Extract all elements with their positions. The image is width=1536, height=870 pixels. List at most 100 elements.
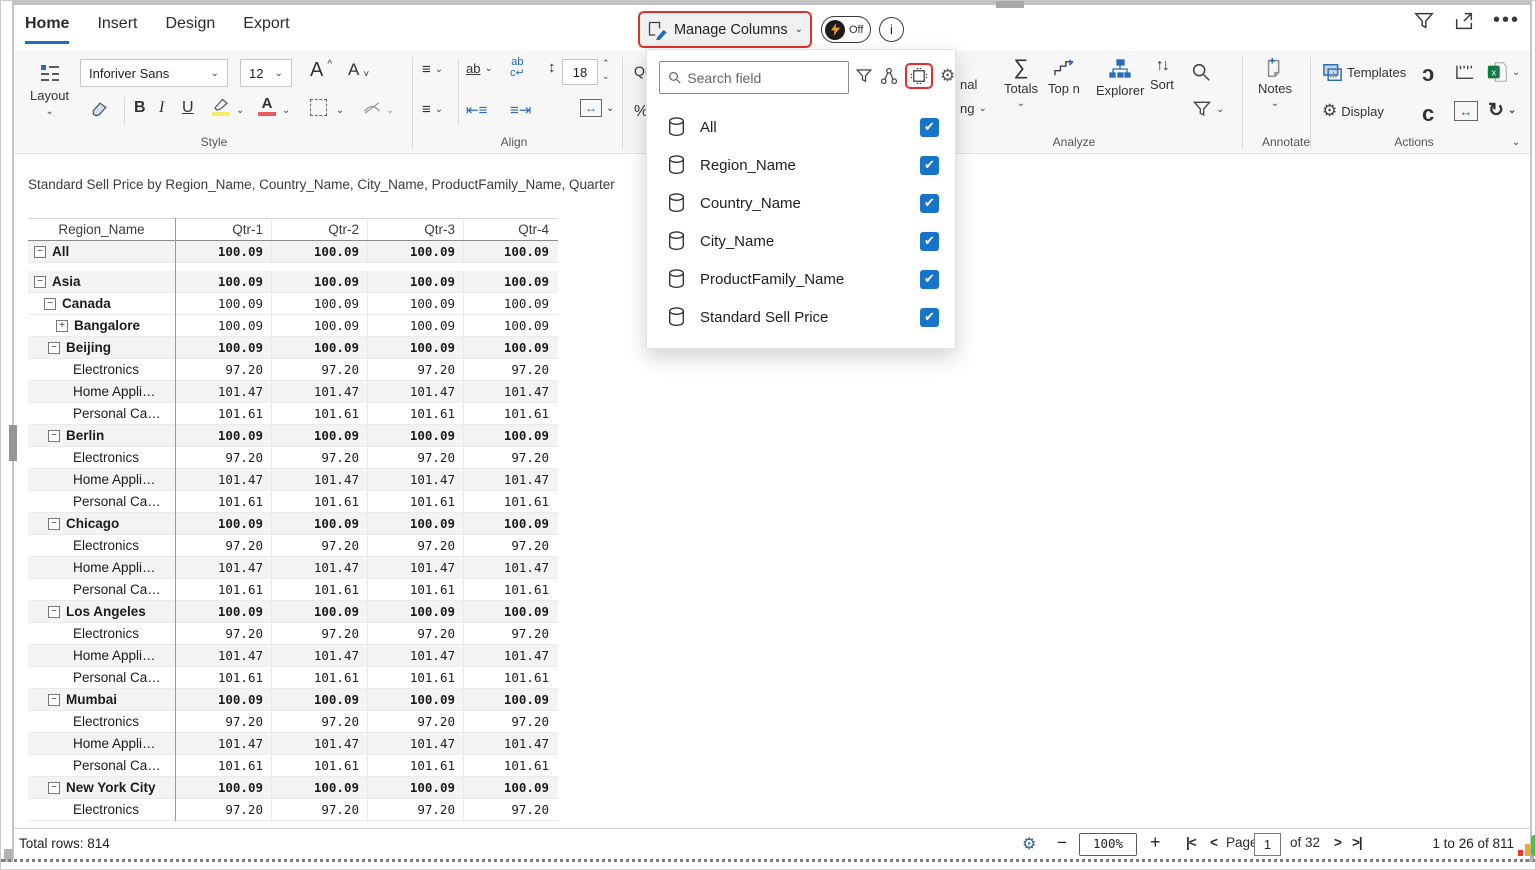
value-cell[interactable]: 97.20 [175, 623, 271, 644]
field-search[interactable] [659, 61, 849, 94]
value-cell[interactable]: 101.47 [175, 469, 271, 490]
field-row[interactable]: ProductFamily_Name ✔ [647, 260, 955, 298]
conditional-formatting-partial[interactable]: nal [960, 77, 977, 92]
value-cell[interactable]: 101.47 [271, 469, 367, 490]
zoom-out-button[interactable]: − [1057, 833, 1067, 853]
value-cell[interactable]: 101.47 [271, 645, 367, 666]
conditional-formatting-partial2[interactable]: ng⌄ [960, 101, 987, 116]
search-data-icon[interactable] [1190, 61, 1212, 83]
refresh-icon[interactable]: ↻⌄ [1488, 99, 1516, 122]
table-row[interactable]: −New York City100.09100.09100.09100.09 [28, 777, 558, 799]
info-icon[interactable]: i [879, 17, 904, 42]
chevron-down-icon[interactable]: ⌄ [236, 105, 244, 116]
column-header[interactable]: Qtr-3 [367, 219, 463, 240]
column-divider[interactable] [175, 218, 176, 821]
font-size-select[interactable]: 12⌄ [240, 59, 292, 87]
value-cell[interactable]: 101.61 [463, 491, 557, 512]
table-row[interactable]: Home Appli…101.47101.47101.47101.47 [28, 645, 558, 667]
value-cell[interactable]: 100.09 [175, 425, 271, 446]
value-cell[interactable]: 97.20 [271, 447, 367, 468]
top-n-button[interactable]: Top n [1048, 59, 1080, 96]
increase-indent-icon[interactable]: ≡⇥ [510, 101, 531, 119]
value-cell[interactable]: 97.20 [175, 535, 271, 556]
live-toggle[interactable]: Off [821, 16, 871, 43]
checkbox-checked-icon[interactable]: ✔ [920, 308, 939, 327]
value-cell[interactable]: 101.47 [175, 557, 271, 578]
value-cell[interactable]: 100.09 [463, 293, 557, 314]
value-cell[interactable]: 100.09 [463, 315, 557, 336]
search-input[interactable] [687, 70, 840, 86]
overflow-text-icon[interactable]: ab⌄ [466, 61, 493, 76]
row-height-input[interactable]: 18 [562, 59, 598, 85]
value-cell[interactable]: 100.09 [367, 337, 463, 358]
checkbox-checked-icon[interactable]: ✔ [920, 270, 939, 289]
table-row[interactable]: Electronics97.2097.2097.2097.20 [28, 799, 558, 821]
value-cell[interactable]: 101.61 [271, 667, 367, 688]
table-row[interactable]: −Asia100.09100.09100.09100.09 [28, 271, 558, 293]
collapse-icon[interactable]: − [44, 298, 56, 310]
value-cell[interactable]: 100.09 [367, 315, 463, 336]
table-row[interactable]: Electronics97.2097.2097.2097.20 [28, 623, 558, 645]
value-cell[interactable]: 101.47 [463, 733, 557, 754]
value-cell[interactable]: 101.47 [271, 557, 367, 578]
value-cell[interactable]: 100.09 [367, 425, 463, 446]
value-cell[interactable]: 101.61 [175, 667, 271, 688]
value-cell[interactable]: 101.61 [175, 579, 271, 600]
layout-button[interactable]: Layout ⌄ [30, 61, 69, 117]
sort-button[interactable]: ↑↓ Sort [1150, 57, 1174, 92]
value-cell[interactable]: 100.09 [271, 315, 367, 336]
value-cell[interactable]: 101.47 [175, 645, 271, 666]
borders-icon[interactable] [310, 99, 327, 116]
value-cell[interactable]: 100.09 [271, 337, 367, 358]
autofit-columns-icon[interactable] [905, 63, 933, 89]
ribbon-filter-icon[interactable]: ⌄ [1192, 99, 1224, 119]
collapse-icon[interactable]: − [48, 694, 60, 706]
value-cell[interactable]: 97.20 [175, 447, 271, 468]
value-cell[interactable]: 101.61 [367, 491, 463, 512]
value-cell[interactable]: 100.09 [175, 241, 271, 262]
table-row[interactable]: Personal Ca…101.61101.61101.61101.61 [28, 667, 558, 689]
table-row[interactable]: Home Appli…101.47101.47101.47101.47 [28, 557, 558, 579]
table-row[interactable]: Electronics97.2097.2097.2097.20 [28, 359, 558, 381]
value-cell[interactable]: 100.09 [175, 293, 271, 314]
value-cell[interactable]: 97.20 [271, 623, 367, 644]
value-cell[interactable]: 101.61 [367, 403, 463, 424]
value-cell[interactable]: 101.61 [463, 755, 557, 776]
value-cell[interactable]: 97.20 [271, 359, 367, 380]
value-cell[interactable]: 100.09 [367, 513, 463, 534]
filter-icon[interactable] [1413, 10, 1435, 32]
value-cell[interactable]: 101.47 [175, 733, 271, 754]
resize-grip-top[interactable] [996, 1, 1024, 8]
collapse-icon[interactable]: − [34, 246, 46, 258]
value-cell[interactable]: 101.61 [175, 755, 271, 776]
value-cell[interactable]: 101.47 [367, 733, 463, 754]
column-header[interactable]: Qtr-1 [175, 219, 271, 240]
value-cell[interactable]: 97.20 [463, 447, 557, 468]
value-cell[interactable]: 100.09 [367, 241, 463, 262]
vertical-align-icon[interactable]: ≡⌄ [422, 61, 443, 78]
table-row[interactable]: Electronics97.2097.2097.2097.20 [28, 447, 558, 469]
excel-export-icon[interactable]: x ⌄ [1486, 61, 1520, 83]
checkbox-checked-icon[interactable]: ✔ [920, 194, 939, 213]
value-cell[interactable]: 100.09 [175, 513, 271, 534]
manage-columns-button[interactable]: Manage Columns ⌄ [638, 11, 812, 48]
value-cell[interactable]: 101.47 [463, 645, 557, 666]
value-cell[interactable]: 100.09 [463, 513, 557, 534]
value-cell[interactable]: 100.09 [463, 601, 557, 622]
footer-settings-icon[interactable]: ⚙ [1022, 834, 1036, 854]
templates-button[interactable]: Templates [1322, 63, 1406, 82]
field-row[interactable]: Standard Sell Price ✔ [647, 298, 955, 336]
fit-width-icon[interactable]: ↔ [1454, 101, 1478, 121]
collapse-icon[interactable]: − [34, 276, 46, 288]
tab-export[interactable]: Export [243, 15, 289, 44]
tab-home[interactable]: Home [25, 15, 69, 44]
value-cell[interactable]: 101.61 [463, 403, 557, 424]
table-row[interactable]: Personal Ca…101.61101.61101.61101.61 [28, 579, 558, 601]
chevron-down-icon[interactable]: ⌄ [386, 105, 394, 116]
row-height-stepper[interactable]: ⌃⌄ [602, 57, 610, 83]
value-cell[interactable]: 101.47 [367, 645, 463, 666]
value-cell[interactable]: 101.47 [367, 381, 463, 402]
visibility-icon[interactable] [362, 99, 382, 117]
collapse-icon[interactable]: − [48, 342, 60, 354]
value-cell[interactable]: 100.09 [463, 689, 557, 710]
